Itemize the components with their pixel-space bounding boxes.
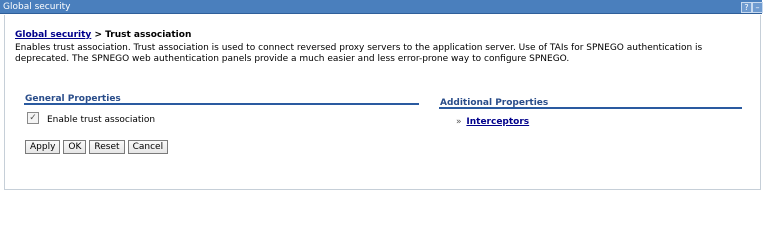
additional-properties-item: » Interceptors [456,117,529,127]
window-titlebar: Global security ? – [0,0,763,14]
interceptors-link[interactable]: Interceptors [466,117,529,127]
breadcrumb-link-global-security[interactable]: Global security [15,30,91,40]
cancel-button[interactable]: Cancel [127,140,169,154]
breadcrumb-separator: > [94,30,102,40]
breadcrumb: Global security > Trust association [15,30,191,40]
help-button[interactable]: ? [741,2,752,13]
page-description: Enables trust association. Trust associa… [15,43,703,64]
apply-button[interactable]: Apply [25,140,61,154]
enable-trust-association-checkbox[interactable]: ✓ [27,112,39,124]
reset-button[interactable]: Reset [89,140,125,154]
enable-trust-association-label: Enable trust association [47,115,156,125]
link-bullet-icon: » [456,117,462,127]
additional-properties-rule [439,107,742,109]
action-button-bar: Apply OK Reset Cancel [25,140,169,154]
ok-button[interactable]: OK [63,140,87,154]
breadcrumb-current: Trust association [105,30,192,40]
general-properties-rule [24,103,419,105]
minimize-button[interactable]: – [752,2,763,13]
window-title: Global security [3,2,71,12]
